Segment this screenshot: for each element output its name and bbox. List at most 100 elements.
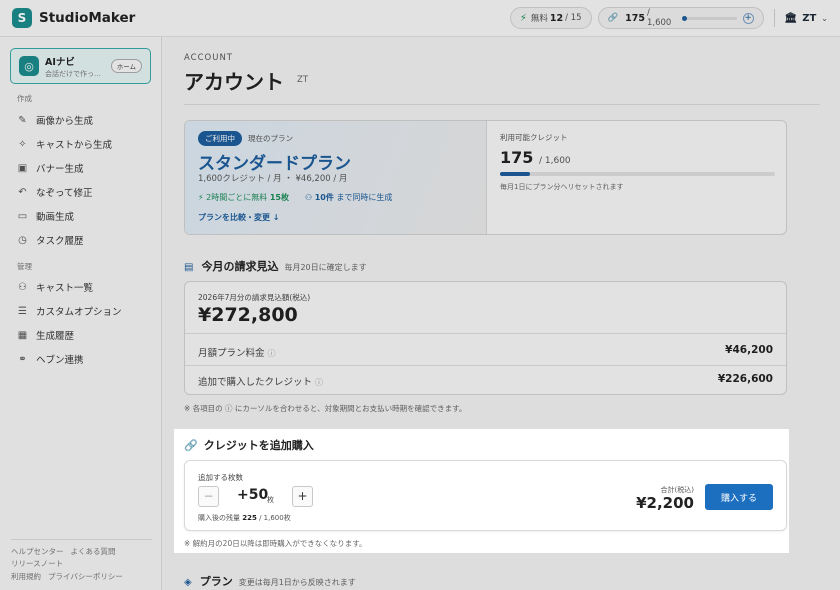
terms-link[interactable]: 利用規約 — [11, 572, 41, 581]
quantity-unit: 枚 — [267, 496, 274, 504]
page-title: アカウント — [184, 70, 284, 94]
billing-divider — [185, 333, 786, 334]
sidebar-item-history[interactable]: ▦ 生成履歴 — [17, 328, 75, 343]
help-link[interactable]: ヘルプセンター — [11, 547, 64, 556]
credit-mini-bar — [682, 15, 737, 21]
purchase-title: クレジットを追加購入 — [203, 439, 314, 452]
sidebar-item-video[interactable]: ▭ 動画生成 — [17, 209, 75, 224]
plan-section-title: プラン — [199, 575, 233, 588]
free-total: / 15 — [565, 13, 582, 23]
privacy-link[interactable]: プライバシーポリシー — [48, 572, 123, 581]
parallel-feature: ⚇ 10件 まで同時に生成 — [305, 192, 392, 203]
sidebar-item-label: 画像から生成 — [36, 116, 94, 127]
chevron-down-icon: ⌄ — [821, 13, 828, 23]
sparkle-icon: ✧ — [18, 138, 27, 150]
sidebar-item-heaven[interactable]: ⚭ ヘブン連携 — [17, 352, 84, 367]
purchase-button[interactable]: 購入する — [705, 484, 773, 510]
sidebar: ◎ AIナビ 会話だけで作っ… ホーム 作成 ✎ 画像から生成 ✧ キャストから生成… — [0, 37, 162, 590]
app-name[interactable]: StudioMaker — [39, 10, 135, 26]
free-used: 12 — [549, 12, 564, 24]
increment-button[interactable]: + — [292, 486, 313, 507]
add-credit-icon[interactable]: + — [742, 12, 754, 24]
billing-amount: ¥272,800 — [198, 304, 298, 326]
home-badge[interactable]: ホーム — [110, 59, 142, 73]
compass-icon: ◎ — [19, 56, 39, 76]
billing-note: ※ 各項目の ⓘ にカーソルを合わせると、対象期間とお支払い時期を確認できます。 — [184, 404, 467, 413]
users-icon: ⚇ — [18, 281, 27, 293]
sidebar-item-label: バナー生成 — [36, 164, 84, 175]
link-icon: 🔗 — [184, 438, 198, 452]
layers-icon: ◈ — [184, 577, 192, 588]
sidebar-item-banner[interactable]: ▣ バナー生成 — [17, 161, 84, 176]
billing-card: 2026年7月分の請求見込額(税込) ¥272,800 月額プラン料金 ⓘ ¥46… — [184, 281, 787, 395]
billing-row-plan-value: ¥46,200 — [725, 344, 773, 356]
current-plan-card: ご利用中 現在のプラン スタンダードプラン 1,600クレジット / 月 ・ ¥… — [184, 120, 787, 235]
section-manage: 管理 — [17, 262, 32, 271]
sidebar-item-trace[interactable]: ↶ なぞって修正 — [17, 185, 93, 200]
user-menu[interactable]: 🏛 ZT ⌄ — [785, 13, 828, 24]
billing-row-credits-value: ¥226,600 — [717, 373, 773, 385]
users-icon: ⚇ — [305, 193, 315, 202]
remaining-label: 購入後の残量 — [198, 514, 240, 522]
compare-plans-link[interactable]: プランを比較・変更 ↓ — [198, 212, 280, 223]
billing-divider — [185, 365, 786, 366]
receipt-icon: ▤ — [184, 262, 194, 273]
purchase-heading: 🔗 クレジットを追加購入 — [184, 437, 314, 453]
sliders-icon: ☰ — [18, 305, 27, 317]
parallel-value: 10件 — [314, 193, 334, 202]
sidebar-item-image-gen[interactable]: ✎ 画像から生成 — [17, 113, 94, 128]
sidebar-item-label: 動画生成 — [36, 212, 75, 223]
brush-icon: ✎ — [18, 114, 27, 126]
sidebar-item-label: 生成履歴 — [36, 331, 75, 342]
credit-available: 175 / 1,600 — [500, 148, 571, 167]
image-icon: ▣ — [17, 162, 28, 174]
title-divider — [184, 104, 820, 105]
status-badge: ご利用中 — [198, 131, 242, 146]
sidebar-item-label: ヘブン連携 — [36, 355, 84, 366]
footer-divider — [11, 539, 152, 540]
total-value: ¥2,200 — [636, 494, 694, 512]
clock-icon: ◷ — [18, 234, 27, 246]
plan-name: スタンダードプラン — [198, 154, 351, 174]
billing-amount-label: 2026年7月分の請求見込額(税込) — [198, 293, 311, 302]
user-name: ZT — [802, 12, 817, 24]
sidebar-item-label: なぞって修正 — [36, 188, 93, 199]
footer-row-3: 利用規約 プライバシーポリシー — [11, 571, 130, 582]
free-label: 無料 — [530, 14, 548, 24]
billing-subtitle: 毎月20日に確定します — [284, 263, 367, 272]
purchase-note: ※ 解約月の20日以降は即時購入ができなくなります。 — [184, 539, 367, 548]
sidebar-item-cast-gen[interactable]: ✧ キャストから生成 — [17, 137, 113, 152]
sidebar-item-casts[interactable]: ⚇ キャスト一覧 — [17, 280, 94, 295]
sidebar-item-label: キャスト一覧 — [36, 283, 94, 294]
free-feature-value: 15枚 — [269, 193, 289, 202]
grid-icon: ▦ — [17, 329, 28, 341]
credit-progress-fill — [500, 172, 530, 176]
footer-row-1: ヘルプセンター よくある質問 — [11, 546, 123, 557]
trace-icon: ↶ — [18, 186, 27, 198]
sidebar-item-label: カスタムオプション — [36, 307, 122, 318]
plan-heading: ◈ プラン 変更は毎月1日から反映されます — [184, 573, 356, 589]
free-feature: ⚡ 2時間ごとに無料 15枚 — [198, 192, 289, 203]
sidebar-item-label: タスク履歴 — [36, 236, 84, 247]
purchase-card: 追加する枚数 − +50 枚 + 購入後の残量 225 / 1,600枚 合計(… — [184, 460, 787, 531]
credit-progress-bar — [500, 172, 775, 176]
sidebar-item-custom-options[interactable]: ☰ カスタムオプション — [17, 304, 122, 319]
remaining-total: / 1,600枚 — [259, 514, 291, 522]
billing-row-label: 追加で購入したクレジット — [198, 377, 313, 388]
credit-pill[interactable]: 🔗 175 / 1,600 + — [597, 7, 764, 29]
info-icon[interactable]: ⓘ — [268, 349, 276, 358]
free-feature-text: 2時間ごとに無料 — [206, 193, 268, 202]
ai-navi-card[interactable]: ◎ AIナビ 会話だけで作っ… ホーム — [10, 48, 151, 84]
sidebar-item-label: キャストから生成 — [36, 140, 113, 151]
faq-link[interactable]: よくある質問 — [71, 547, 116, 556]
release-link[interactable]: リリースノート — [11, 559, 63, 568]
sidebar-item-tasks[interactable]: ◷ タスク履歴 — [17, 233, 84, 248]
free-quota-pill[interactable]: ⚡ 無料 12 / 15 — [509, 7, 592, 29]
info-icon[interactable]: ⓘ — [315, 378, 323, 387]
credit-available-total: / 1,600 — [538, 156, 571, 166]
decrement-button[interactable]: − — [198, 486, 219, 507]
app-logo[interactable]: S — [12, 8, 32, 28]
parallel-text: まで同時に生成 — [336, 193, 393, 202]
billing-row-plan: 月額プラン料金 ⓘ — [198, 345, 276, 359]
header-divider — [773, 9, 775, 27]
